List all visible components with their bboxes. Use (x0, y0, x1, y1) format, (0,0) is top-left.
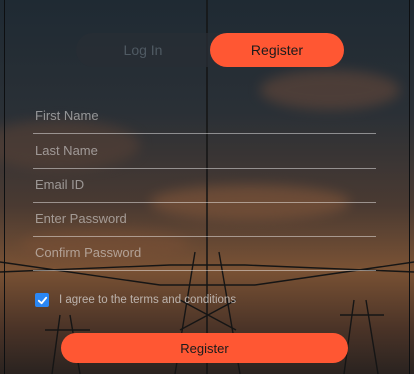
login-tab[interactable]: Log In (76, 33, 210, 67)
register-screen: Log In Register I agree to the terms and… (0, 0, 414, 374)
email-input[interactable] (33, 168, 380, 201)
confirm-password-field (33, 236, 380, 271)
password-input[interactable] (33, 202, 380, 235)
checkmark-icon (37, 296, 47, 304)
email-field (33, 168, 380, 203)
last-name-input[interactable] (33, 134, 380, 167)
register-tab[interactable]: Register (210, 33, 344, 67)
register-submit-button[interactable]: Register (61, 333, 348, 363)
password-field (33, 202, 380, 237)
auth-toggle: Log In Register (76, 33, 344, 67)
terms-row: I agree to the terms and conditions (35, 290, 236, 310)
last-name-field (33, 134, 380, 169)
confirm-password-input[interactable] (33, 236, 380, 269)
terms-label: I agree to the terms and conditions (59, 294, 237, 306)
first-name-field (33, 99, 380, 134)
first-name-input[interactable] (33, 99, 380, 132)
terms-checkbox[interactable] (35, 293, 49, 307)
